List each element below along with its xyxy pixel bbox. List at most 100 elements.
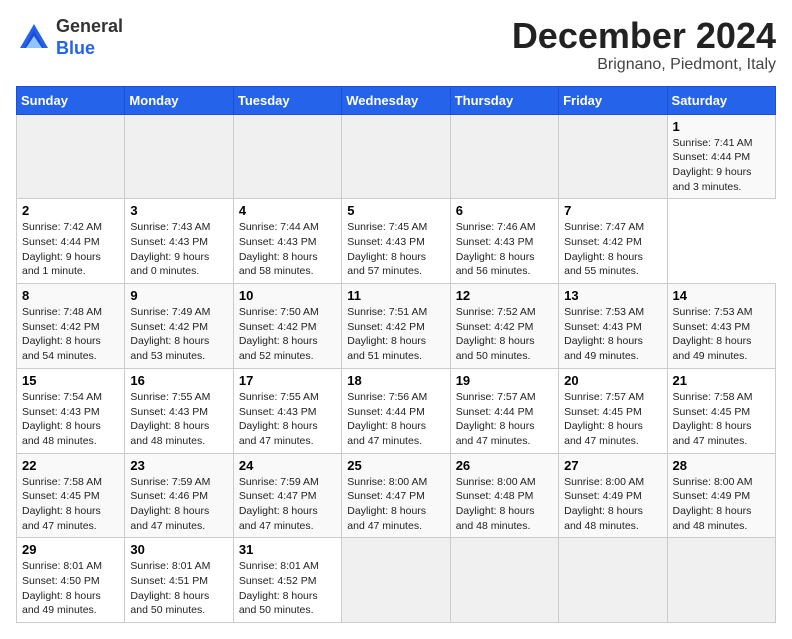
calendar-day-cell: 4 Sunrise: 7:44 AMSunset: 4:43 PMDaylight… <box>233 199 341 284</box>
calendar-week-row: 15Sunrise: 7:54 AMSunset: 4:43 PMDayligh… <box>17 368 776 453</box>
day-number: 4 <box>239 203 336 218</box>
day-info: Sunrise: 7:57 AMSunset: 4:45 PMDaylight:… <box>564 390 661 449</box>
day-number: 16 <box>130 373 227 388</box>
logo-general-text: General <box>56 16 123 36</box>
calendar-day-cell: 18Sunrise: 7:56 AMSunset: 4:44 PMDayligh… <box>342 368 450 453</box>
weekday-header-wednesday: Wednesday <box>342 86 450 114</box>
calendar-day-cell: 29 Sunrise: 8:01 AMSunset: 4:50 PMDayligh… <box>17 538 125 623</box>
day-info: Sunrise: 7:44 AMSunset: 4:43 PMDaylight:… <box>239 220 336 279</box>
day-info: Sunrise: 7:52 AMSunset: 4:42 PMDaylight:… <box>456 305 553 364</box>
empty-cell <box>450 114 558 199</box>
day-number: 8 <box>22 288 119 303</box>
calendar-day-cell: 28Sunrise: 8:00 AMSunset: 4:49 PMDayligh… <box>667 453 775 538</box>
calendar-day-cell: 16 Sunrise: 7:55 AMSunset: 4:43 PMDayligh… <box>125 368 233 453</box>
day-number: 23 <box>130 458 227 473</box>
day-info: Sunrise: 7:58 AMSunset: 4:45 PMDaylight:… <box>673 390 770 449</box>
weekday-header-monday: Monday <box>125 86 233 114</box>
day-number: 30 <box>130 542 227 557</box>
day-info: Sunrise: 8:00 AMSunset: 4:48 PMDaylight:… <box>456 475 553 534</box>
weekday-header-tuesday: Tuesday <box>233 86 341 114</box>
day-info: Sunrise: 7:53 AMSunset: 4:43 PMDaylight:… <box>564 305 661 364</box>
calendar-day-cell: 8 Sunrise: 7:48 AMSunset: 4:42 PMDaylight… <box>17 284 125 369</box>
weekday-header-thursday: Thursday <box>450 86 558 114</box>
day-number: 27 <box>564 458 661 473</box>
empty-cell <box>450 538 558 623</box>
day-number: 20 <box>564 373 661 388</box>
day-number: 19 <box>456 373 553 388</box>
empty-cell <box>125 114 233 199</box>
calendar-day-cell: 17 Sunrise: 7:55 AMSunset: 4:43 PMDayligh… <box>233 368 341 453</box>
weekday-header-sunday: Sunday <box>17 86 125 114</box>
day-number: 11 <box>347 288 444 303</box>
day-number: 5 <box>347 203 444 218</box>
calendar-day-cell: 25 Sunrise: 8:00 AMSunset: 4:47 PMDayligh… <box>342 453 450 538</box>
day-info: Sunrise: 8:01 AMSunset: 4:50 PMDaylight:… <box>22 559 119 618</box>
calendar-day-cell: 3Sunrise: 7:43 AMSunset: 4:43 PMDaylight… <box>125 199 233 284</box>
day-number: 2 <box>22 203 119 218</box>
weekday-header-saturday: Saturday <box>667 86 775 114</box>
calendar-day-cell: 24 Sunrise: 7:59 AMSunset: 4:47 PMDayligh… <box>233 453 341 538</box>
calendar-day-cell: 1 Sunrise: 7:41 AMSunset: 4:44 PMDaylight… <box>667 114 775 199</box>
month-title: December 2024 <box>512 16 776 56</box>
day-info: Sunrise: 7:55 AMSunset: 4:43 PMDaylight:… <box>130 390 227 449</box>
day-number: 18 <box>347 373 444 388</box>
day-info: Sunrise: 7:59 AMSunset: 4:47 PMDaylight:… <box>239 475 336 534</box>
day-number: 15 <box>22 373 119 388</box>
day-number: 13 <box>564 288 661 303</box>
day-info: Sunrise: 7:58 AMSunset: 4:45 PMDaylight:… <box>22 475 119 534</box>
day-number: 25 <box>347 458 444 473</box>
day-number: 7 <box>564 203 661 218</box>
calendar-week-row: 29 Sunrise: 8:01 AMSunset: 4:50 PMDayligh… <box>17 538 776 623</box>
day-number: 6 <box>456 203 553 218</box>
day-info: Sunrise: 7:45 AMSunset: 4:43 PMDaylight:… <box>347 220 444 279</box>
calendar-day-cell: 23Sunrise: 7:59 AMSunset: 4:46 PMDayligh… <box>125 453 233 538</box>
day-info: Sunrise: 7:41 AMSunset: 4:44 PMDaylight:… <box>673 136 770 195</box>
day-info: Sunrise: 7:48 AMSunset: 4:42 PMDaylight:… <box>22 305 119 364</box>
calendar-day-cell: 12 Sunrise: 7:52 AMSunset: 4:42 PMDayligh… <box>450 284 558 369</box>
day-info: Sunrise: 7:42 AMSunset: 4:44 PMDaylight:… <box>22 220 119 279</box>
weekday-row: SundayMondayTuesdayWednesdayThursdayFrid… <box>17 86 776 114</box>
day-info: Sunrise: 7:49 AMSunset: 4:42 PMDaylight:… <box>130 305 227 364</box>
weekday-header-friday: Friday <box>559 86 667 114</box>
title-block: December 2024 Brignano, Piedmont, Italy <box>512 16 776 74</box>
day-number: 1 <box>673 119 770 134</box>
calendar-body: 1 Sunrise: 7:41 AMSunset: 4:44 PMDaylight… <box>17 114 776 623</box>
logo: General Blue <box>16 16 123 59</box>
day-number: 21 <box>673 373 770 388</box>
day-info: Sunrise: 7:55 AMSunset: 4:43 PMDaylight:… <box>239 390 336 449</box>
empty-cell <box>559 538 667 623</box>
calendar-day-cell: 7 Sunrise: 7:47 AMSunset: 4:42 PMDaylight… <box>559 199 667 284</box>
calendar-day-cell: 11 Sunrise: 7:51 AMSunset: 4:42 PMDayligh… <box>342 284 450 369</box>
day-number: 29 <box>22 542 119 557</box>
empty-cell <box>667 538 775 623</box>
day-info: Sunrise: 7:47 AMSunset: 4:42 PMDaylight:… <box>564 220 661 279</box>
calendar-week-row: 1 Sunrise: 7:41 AMSunset: 4:44 PMDaylight… <box>17 114 776 199</box>
calendar-day-cell: 31Sunrise: 8:01 AMSunset: 4:52 PMDayligh… <box>233 538 341 623</box>
day-number: 12 <box>456 288 553 303</box>
day-info: Sunrise: 8:00 AMSunset: 4:47 PMDaylight:… <box>347 475 444 534</box>
calendar-day-cell: 20 Sunrise: 7:57 AMSunset: 4:45 PMDayligh… <box>559 368 667 453</box>
calendar-day-cell: 13 Sunrise: 7:53 AMSunset: 4:43 PMDayligh… <box>559 284 667 369</box>
day-info: Sunrise: 7:46 AMSunset: 4:43 PMDaylight:… <box>456 220 553 279</box>
empty-cell <box>233 114 341 199</box>
day-number: 17 <box>239 373 336 388</box>
page-header: General Blue December 2024 Brignano, Pie… <box>16 16 776 74</box>
day-info: Sunrise: 7:51 AMSunset: 4:42 PMDaylight:… <box>347 305 444 364</box>
empty-cell <box>17 114 125 199</box>
location: Brignano, Piedmont, Italy <box>512 56 776 74</box>
calendar-day-cell: 22Sunrise: 7:58 AMSunset: 4:45 PMDayligh… <box>17 453 125 538</box>
calendar-table: SundayMondayTuesdayWednesdayThursdayFrid… <box>16 86 776 624</box>
day-number: 28 <box>673 458 770 473</box>
day-number: 9 <box>130 288 227 303</box>
day-number: 14 <box>673 288 770 303</box>
day-number: 10 <box>239 288 336 303</box>
day-info: Sunrise: 8:01 AMSunset: 4:51 PMDaylight:… <box>130 559 227 618</box>
day-number: 24 <box>239 458 336 473</box>
calendar-day-cell: 5 Sunrise: 7:45 AMSunset: 4:43 PMDaylight… <box>342 199 450 284</box>
empty-cell <box>342 538 450 623</box>
empty-cell <box>559 114 667 199</box>
day-number: 31 <box>239 542 336 557</box>
logo-icon <box>16 20 52 56</box>
calendar-week-row: 8 Sunrise: 7:48 AMSunset: 4:42 PMDaylight… <box>17 284 776 369</box>
calendar-day-cell: 10Sunrise: 7:50 AMSunset: 4:42 PMDayligh… <box>233 284 341 369</box>
